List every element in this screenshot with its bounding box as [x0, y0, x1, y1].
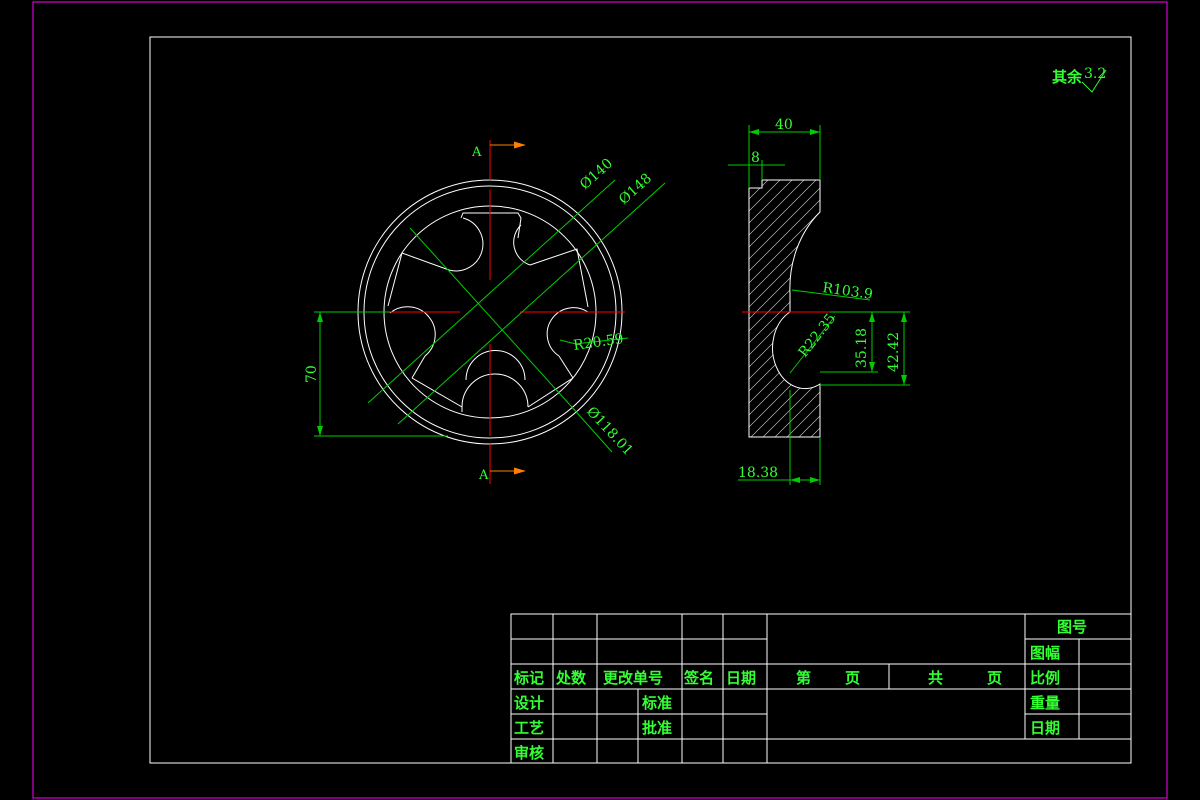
- arrow-42-top: [901, 312, 907, 322]
- tb-page-unit-1: 页: [845, 669, 860, 687]
- dim-r103: R103.9: [821, 280, 873, 303]
- section-arrowhead-top: [514, 141, 526, 149]
- dim-d118: Ø118.01: [583, 404, 636, 459]
- tb-date-col: 日期: [726, 669, 756, 687]
- tb-mark: 标记: [513, 669, 544, 687]
- arrow-40-right: [810, 129, 820, 135]
- tb-drawing-no: 图号: [1057, 618, 1087, 636]
- arrow-70-top: [317, 312, 323, 322]
- section-label-top: A: [471, 145, 482, 160]
- tb-sign: 签名: [683, 669, 714, 687]
- arrow-18-left: [790, 477, 800, 483]
- dim-d148: Ø148: [616, 171, 655, 208]
- tb-date: 日期: [1030, 719, 1060, 737]
- dim-d140: Ø140: [577, 156, 616, 193]
- drawing-canvas: 其余 3.2 A A Ø140 Ø148 Ø118.01 R20.59 70 4…: [32, 1, 1168, 799]
- tb-count: 处数: [555, 669, 587, 687]
- tb-standard: 标准: [641, 694, 672, 712]
- section-hatch: [749, 180, 820, 437]
- tb-review: 审核: [514, 744, 544, 762]
- tb-sheet-size: 图幅: [1030, 644, 1060, 662]
- dim-42: 42.42: [886, 332, 902, 372]
- surface-note-prefix: 其余: [1052, 68, 1083, 86]
- tb-weight: 重量: [1030, 694, 1060, 712]
- arrow-42-bottom: [901, 375, 907, 385]
- tb-page-total: 共: [928, 669, 943, 687]
- dim-35: 35.18: [854, 328, 870, 368]
- tb-process: 工艺: [514, 719, 544, 737]
- tb-page-unit-2: 页: [987, 669, 1002, 687]
- section-view: 40 8 R103.9 R22.35 35.18 42.42 18.38: [728, 117, 910, 485]
- front-view: A A Ø140 Ø148 Ø118.01 R20.59 70: [304, 140, 666, 484]
- arrow-18-right: [810, 477, 820, 483]
- dim-18: 18.38: [738, 465, 778, 481]
- arrow-40-left: [749, 129, 759, 135]
- section-arrowhead-bottom: [514, 467, 526, 475]
- dim-r22: R22.35: [796, 311, 840, 361]
- arrow-70-bottom: [317, 426, 323, 436]
- tb-page-no: 第: [796, 669, 811, 687]
- dim-8: 8: [751, 150, 760, 166]
- dim-70: 70: [304, 365, 320, 383]
- tb-change: 更改单号: [603, 669, 663, 687]
- dim-40: 40: [775, 117, 793, 133]
- title-block: [510, 613, 1132, 764]
- tb-approve: 批准: [642, 719, 672, 737]
- tb-design: 设计: [514, 694, 544, 712]
- tb-scale: 比例: [1030, 669, 1060, 687]
- drawing-border: [149, 36, 1132, 764]
- dim-r20: R20.59: [572, 331, 624, 354]
- section-label-bottom: A: [478, 468, 489, 483]
- arrow-35-top: [869, 312, 875, 322]
